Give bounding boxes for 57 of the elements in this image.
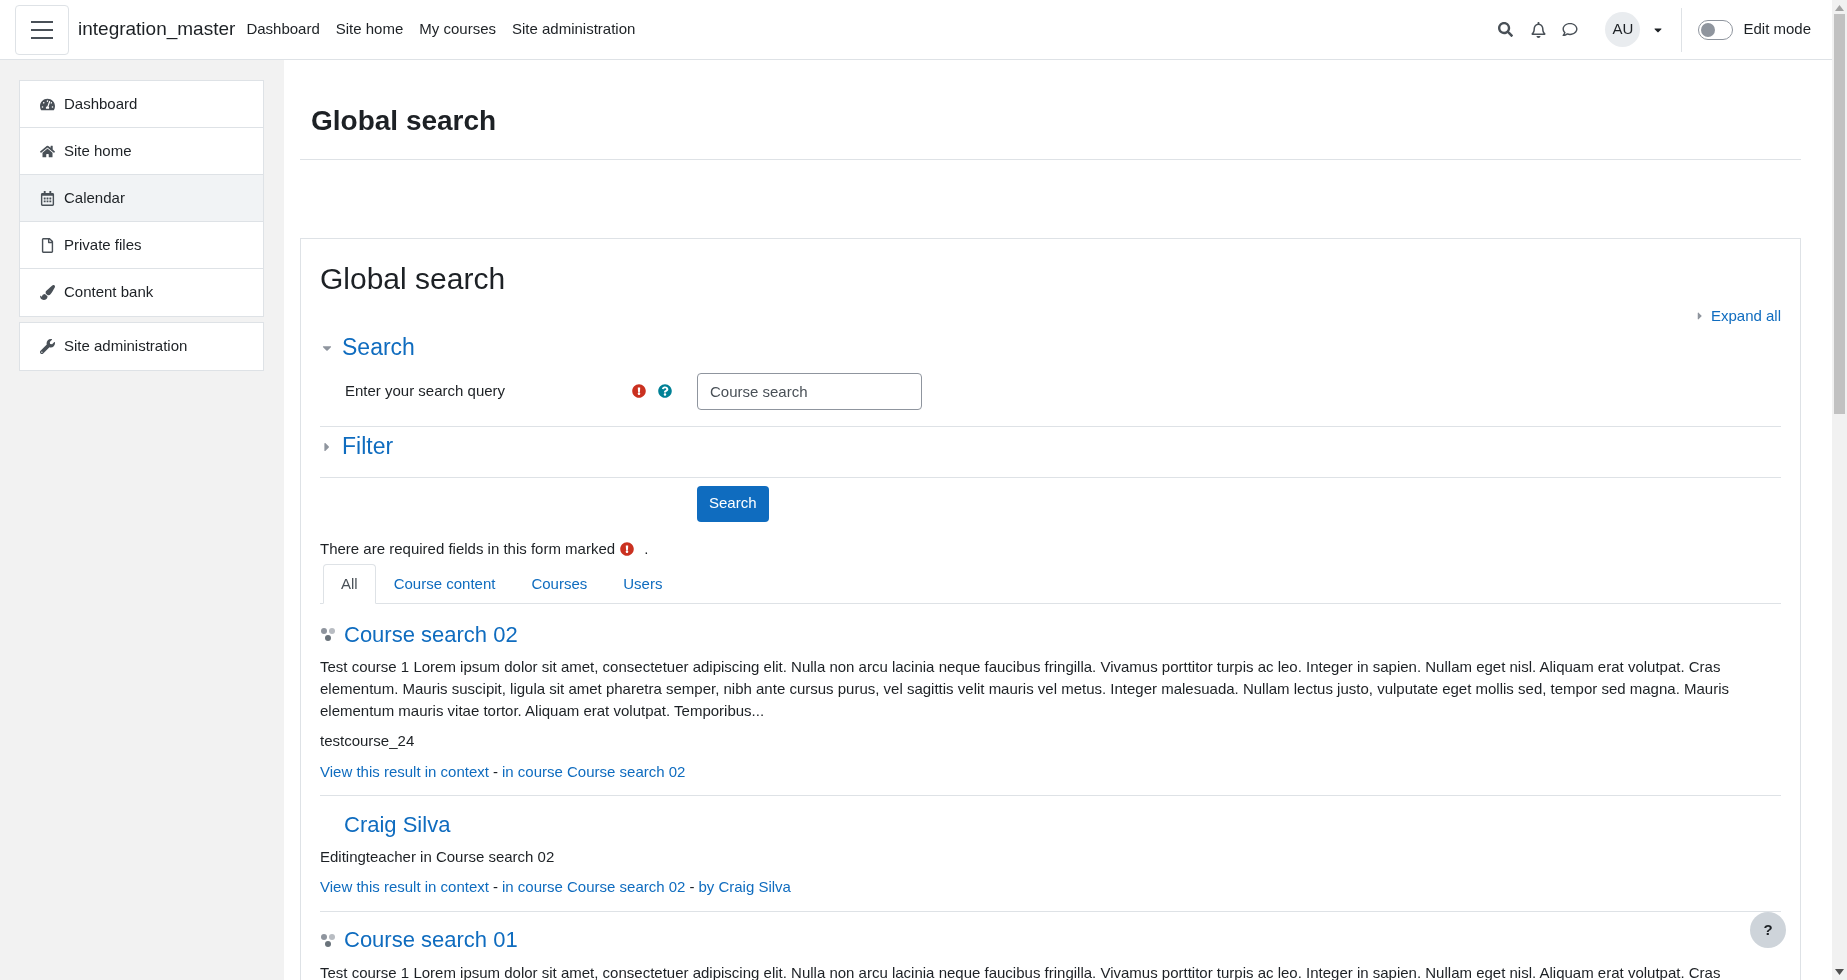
required-icon bbox=[620, 541, 635, 556]
result-link[interactable]: in course Course search 02 bbox=[502, 760, 686, 783]
link-separator: - bbox=[493, 877, 498, 897]
card-title: Global search bbox=[320, 261, 507, 297]
home-icon bbox=[40, 143, 55, 159]
field-label: Enter your search query bbox=[344, 380, 507, 401]
result-link[interactable]: View this result in context bbox=[320, 760, 489, 783]
result-link[interactable]: View this result in context bbox=[320, 876, 489, 899]
wrench-icon bbox=[40, 339, 55, 354]
result-link[interactable]: by Craig Silva bbox=[698, 876, 791, 899]
section-toggle[interactable]: Filter bbox=[320, 426, 1781, 467]
result-description: Editingteacher in Course search 02 bbox=[320, 847, 556, 867]
expand-all-link[interactable]: Expand all bbox=[1694, 305, 1781, 328]
menu-icon bbox=[31, 20, 53, 39]
result-tab[interactable]: Courses bbox=[513, 564, 606, 604]
edit-mode-switch[interactable] bbox=[1698, 19, 1734, 40]
nav-link[interactable]: Site home bbox=[335, 18, 404, 41]
scroll-down-icon[interactable] bbox=[1835, 969, 1844, 975]
result-title-link[interactable]: Course search 02 bbox=[344, 617, 518, 651]
menu-button[interactable] bbox=[15, 4, 69, 55]
nav-link[interactable]: Site administration bbox=[512, 18, 636, 41]
course-icon bbox=[320, 626, 336, 642]
result-tab[interactable]: All bbox=[323, 564, 376, 604]
result-description: Test course 1 Lorem ipsum dolor sit amet, consectetuer adipiscing elit. Nulla non arcu lacinia neque faucibus fringilla. Vivamus porttitor turpis ac leo. Integer in sapien. Nullam eget nisl. Aliquam erat volutpat. Cras bbox=[320, 962, 1722, 980]
search-icon[interactable] bbox=[1498, 22, 1514, 37]
result-description: Test course 1 Lorem ipsum dolor sit amet, consectetuer adipiscing elit. Nulla non arcu lacinia neque faucibus fringilla. Vivamus porttitor turpis ac leo. Integer in sapien. Nullam eget nisl. Aliquam erat volutpat. Cras elementum. Mauris suscipit, ligula sit amet pharetra semper, nibh ante cursus purus, vel sagittis velit mauris vel metus. Integer malesuada. Nullam lectus justo, vulputate eget mollis sed, tempor sed magna. Mauris elementum mauris vitae tortor. Aliquam erat volutpat. Temporibus... bbox=[320, 657, 1730, 721]
edit-mode-label: Edit mode bbox=[1743, 19, 1811, 40]
search-query-field[interactable]: Course search bbox=[697, 372, 922, 410]
scrollbar[interactable] bbox=[1832, 0, 1847, 980]
nav-link[interactable]: My courses bbox=[419, 18, 496, 41]
result-link[interactable]: in course Course search 02 bbox=[502, 876, 686, 899]
link-separator: - bbox=[493, 761, 498, 782]
result-tab[interactable]: Course content bbox=[375, 564, 514, 604]
search-button[interactable]: Search bbox=[697, 485, 769, 522]
paintbrush-icon bbox=[40, 285, 55, 300]
required-note-period: . bbox=[644, 538, 649, 559]
result-tab[interactable]: Users bbox=[605, 564, 681, 604]
dashboard-icon bbox=[40, 96, 55, 112]
site-name: integration_master bbox=[78, 17, 236, 42]
file-icon bbox=[40, 237, 55, 253]
help-icon[interactable] bbox=[658, 384, 672, 398]
message-icon[interactable] bbox=[1562, 22, 1579, 37]
course-icon bbox=[320, 931, 336, 948]
link-separator: - bbox=[689, 877, 695, 897]
result-title-link[interactable]: Course search 01 bbox=[344, 923, 518, 956]
required-note: There are required fields in this form marked bbox=[320, 538, 616, 559]
page-title: Global search bbox=[311, 104, 498, 138]
nav-link[interactable]: Dashboard bbox=[246, 18, 320, 41]
result-title-link[interactable]: Craig Silva bbox=[344, 807, 451, 841]
course-shortname: testcourse_24 bbox=[320, 731, 416, 751]
help-button[interactable]: ? bbox=[1750, 912, 1786, 948]
notification-bell-icon[interactable] bbox=[1531, 21, 1547, 38]
scrollbar-thumb[interactable] bbox=[1834, 14, 1845, 414]
sidebar-item[interactable]: Calendar bbox=[20, 175, 263, 222]
user-avatar[interactable]: AU bbox=[1605, 12, 1641, 47]
section-toggle[interactable]: Search bbox=[320, 327, 1781, 368]
calendar-icon bbox=[40, 190, 55, 206]
